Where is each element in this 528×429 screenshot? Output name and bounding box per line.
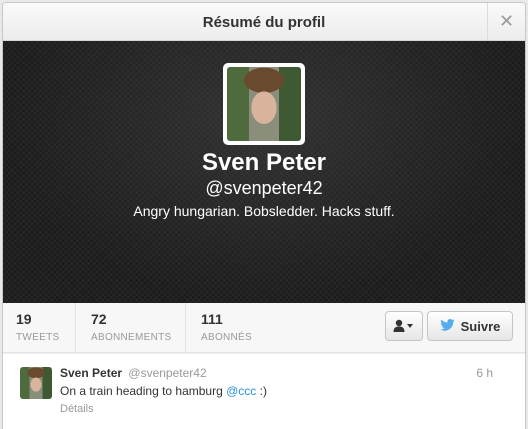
profile-handle[interactable]: @svenpeter42 [3, 178, 525, 199]
tweet-text: On a train heading to hamburg @ccc :) [60, 384, 267, 398]
dialog-title: Résumé du profil [202, 14, 326, 31]
tweet-details-link[interactable]: Détails [60, 403, 94, 415]
recent-tweet[interactable]: Sven Peter @svenpeter42 6 h On a train h… [3, 353, 525, 429]
tweet-author-name[interactable]: Sven Peter [60, 366, 122, 380]
close-icon: ✕ [498, 11, 515, 31]
follow-button-label: Suivre [460, 318, 501, 334]
stats-bar: 19 TWEETS 72 ABONNEMENTS 111 ABONNÉS Sui… [3, 303, 525, 353]
stat-tweets[interactable]: 19 TWEETS [3, 303, 76, 353]
stat-tweets-value: 19 [16, 311, 32, 327]
twitter-bird-icon [439, 318, 455, 334]
profile-avatar[interactable] [223, 63, 305, 145]
tweet-text-after: :) [256, 384, 267, 398]
user-dropdown-icon [393, 319, 413, 332]
stat-followers-label: ABONNÉS [201, 332, 253, 343]
profile-banner: Sven Peter @svenpeter42 Angry hungarian.… [3, 41, 525, 303]
tweet-mention-link[interactable]: @ccc [226, 384, 256, 398]
tweet-author-handle[interactable]: @svenpeter42 [128, 366, 206, 380]
tweet-text-before: On a train heading to hamburg [60, 384, 227, 398]
close-button[interactable]: ✕ [487, 3, 525, 40]
stat-tweets-label: TWEETS [16, 332, 60, 343]
tweet-timestamp[interactable]: 6 h [476, 366, 493, 380]
tweet-header: Sven Peter @svenpeter42 [60, 366, 207, 380]
tweet-author-avatar[interactable] [20, 367, 52, 399]
stat-followers-value: 111 [201, 311, 223, 327]
stat-followers[interactable]: 111 ABONNÉS [186, 303, 276, 353]
user-actions-button[interactable] [385, 311, 423, 341]
stat-following-value: 72 [91, 311, 107, 327]
profile-name[interactable]: Sven Peter [3, 149, 525, 177]
stat-following[interactable]: 72 ABONNEMENTS [76, 303, 186, 353]
profile-summary-dialog: Résumé du profil ✕ Sven Peter @svenpeter… [2, 2, 526, 429]
profile-bio: Angry hungarian. Bobsledder. Hacks stuff… [133, 203, 395, 219]
dialog-header: Résumé du profil ✕ [3, 3, 525, 41]
avatar-image [227, 67, 301, 141]
follow-button[interactable]: Suivre [427, 311, 513, 341]
stat-following-label: ABONNEMENTS [91, 332, 172, 343]
